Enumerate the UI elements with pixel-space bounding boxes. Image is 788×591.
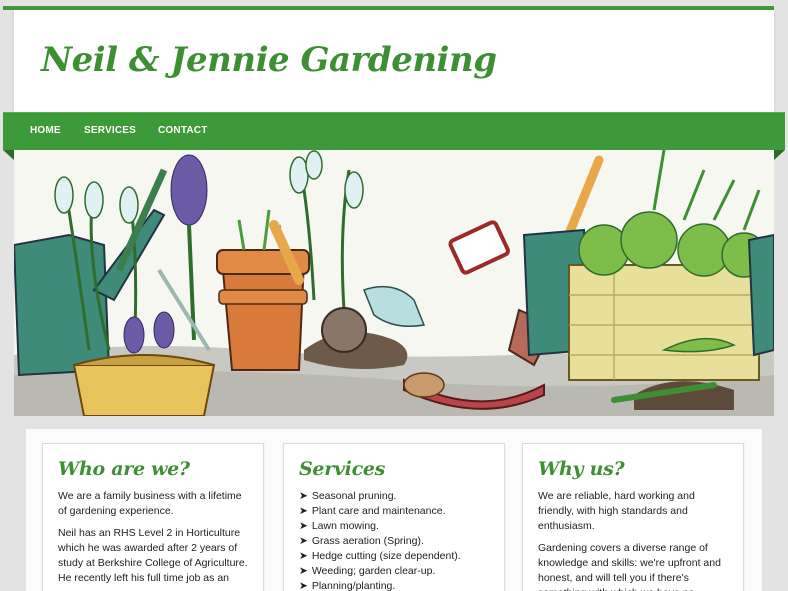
content-area: Who are we? We are a family business wit… [14, 416, 774, 591]
list-item: ➤ Planning/planting. [299, 580, 396, 591]
card-title: Services [299, 458, 386, 480]
site-title[interactable]: Neil & Jennie Gardening [41, 40, 497, 80]
hero-garden-illustration [14, 150, 774, 416]
list-item: ➤ Hedge cutting (size dependent). [299, 550, 461, 562]
services-list: ➤ Seasonal pruning. ➤ Plant care and maint… [299, 489, 490, 591]
card-text: Neil has an RHS Level 2 in Horticulture … [58, 527, 248, 584]
nav-fold-right [774, 150, 785, 160]
card-title: Why us? [538, 458, 625, 480]
card-text: We are reliable, hard working and friend… [538, 490, 695, 532]
nav-home[interactable]: HOME [30, 125, 61, 136]
card-why-us: Why us? We are reliable, hard working an… [522, 443, 744, 591]
list-item: ➤ Lawn mowing. [299, 520, 379, 532]
card-title: Who are we? [58, 458, 190, 480]
card-who-are-we: Who are we? We are a family business wit… [42, 443, 264, 591]
card-text: Gardening covers a diverse range of know… [538, 542, 721, 591]
main-nav: HOME SERVICES CONTACT [3, 112, 785, 150]
card-services: Services ➤ Seasonal pruning. ➤ Plant care … [283, 443, 505, 591]
nav-fold-left [3, 150, 14, 160]
nav-contact[interactable]: CONTACT [158, 125, 208, 136]
list-item: ➤ Weeding; garden clear-up. [299, 565, 436, 577]
nav-services[interactable]: SERVICES [84, 125, 136, 136]
content-panel: Who are we? We are a family business wit… [26, 429, 762, 591]
site-header: Neil & Jennie Gardening [14, 10, 774, 112]
list-item: ➤ Grass aeration (Spring). [299, 535, 424, 547]
card-text: We are a family business with a lifetime… [58, 490, 242, 517]
list-item: ➤ Plant care and maintenance. [299, 505, 446, 517]
list-item: ➤ Seasonal pruning. [299, 490, 397, 502]
garden-illustration-svg [14, 150, 774, 416]
